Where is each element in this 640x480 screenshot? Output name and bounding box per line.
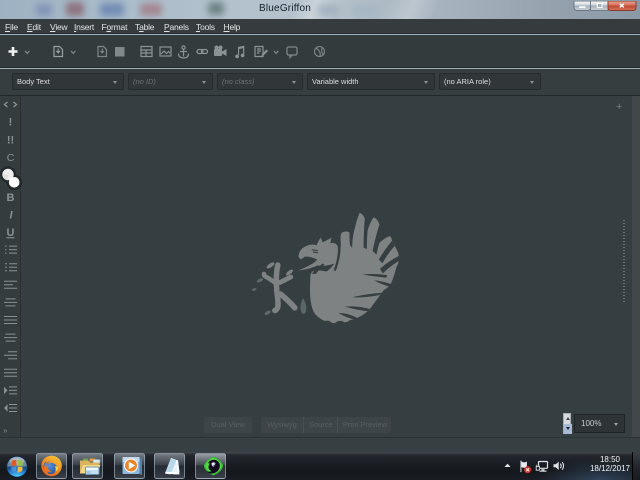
svg-text:B: B [7,192,15,204]
svg-text:U: U [7,227,15,239]
svg-text:C: C [7,152,15,164]
svg-text:I: I [9,210,13,222]
svg-text:!!: !! [7,135,14,147]
svg-text:!: ! [9,117,13,129]
